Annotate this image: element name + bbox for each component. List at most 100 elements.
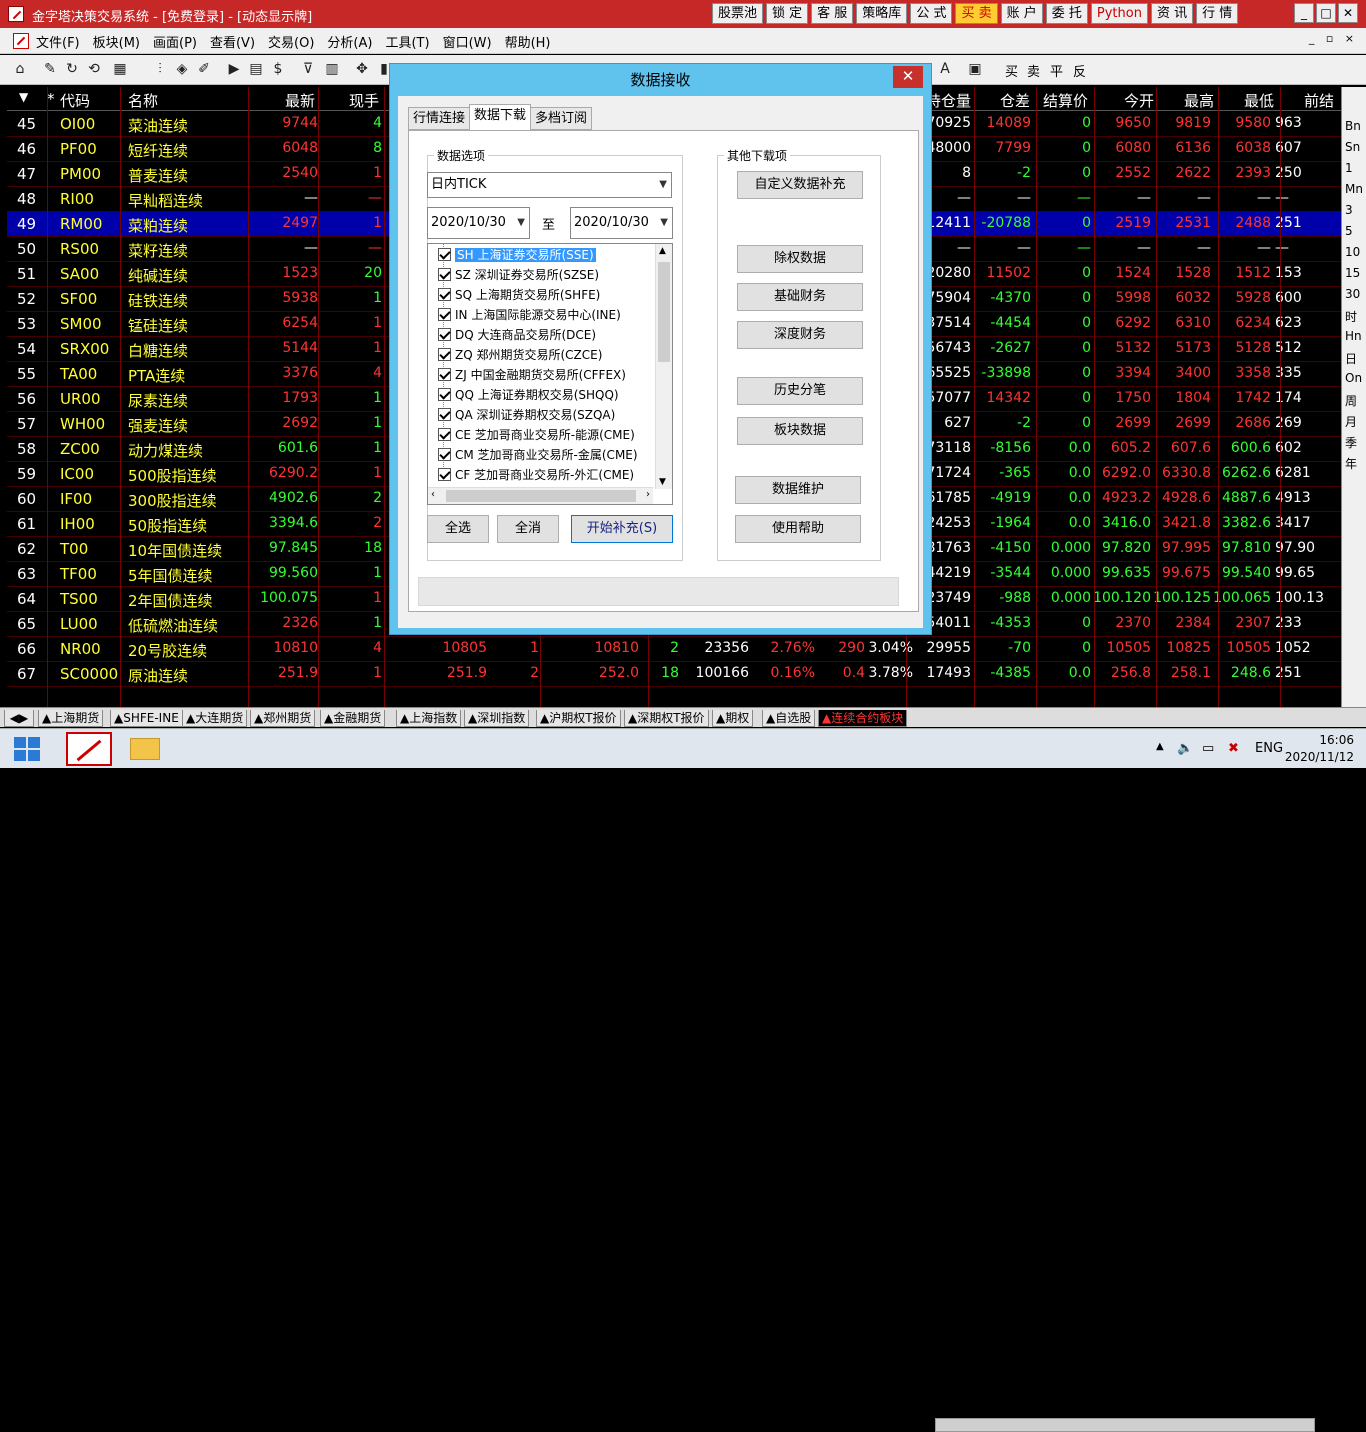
menu-view-screen[interactable]: 画面(P): [153, 32, 197, 51]
header-open[interactable]: 今开: [1124, 90, 1154, 111]
toolbar-buy[interactable]: 买: [1005, 61, 1018, 80]
select-all-button[interactable]: 全选: [427, 515, 489, 543]
tab-quote-connection[interactable]: 行情连接: [408, 107, 471, 130]
exchange-item[interactable]: QA 深圳证券期权交易(SZQA): [438, 406, 615, 426]
header-open-interest[interactable]: 持仓量: [926, 90, 971, 111]
maximize-button[interactable]: □: [1316, 3, 1336, 23]
header-last[interactable]: 最新: [285, 90, 315, 111]
period-option[interactable]: Hn: [1345, 329, 1362, 343]
checkbox-checked-icon[interactable]: [438, 268, 451, 281]
period-option[interactable]: 15: [1345, 266, 1360, 280]
home-icon[interactable]: ⌂: [10, 61, 30, 77]
menu-file[interactable]: 文件(F): [36, 32, 80, 51]
header-code[interactable]: 代码: [60, 90, 90, 111]
checkbox-checked-icon[interactable]: [438, 248, 451, 261]
header-volume[interactable]: 现手: [349, 90, 379, 111]
checkbox-checked-icon[interactable]: [438, 388, 451, 401]
checkbox-checked-icon[interactable]: [438, 288, 451, 301]
period-option[interactable]: 10: [1345, 245, 1360, 259]
close-window-button[interactable]: ✕: [1338, 3, 1358, 23]
formula-button[interactable]: 公 式: [910, 3, 953, 24]
period-option[interactable]: Mn: [1345, 182, 1363, 196]
play-icon[interactable]: ▶: [224, 61, 244, 77]
data-maintenance-button[interactable]: 数据维护: [735, 476, 861, 504]
period-option[interactable]: On: [1345, 371, 1362, 385]
header-settle[interactable]: 结算价: [1043, 90, 1088, 111]
scroll-up-icon[interactable]: ▲: [659, 246, 666, 256]
minimize-button[interactable]: _: [1294, 3, 1314, 23]
tab-data-download[interactable]: 数据下载: [469, 104, 532, 130]
deselect-all-button[interactable]: 全消: [497, 515, 559, 543]
history-ticks-button[interactable]: 历史分笔: [737, 377, 863, 405]
scroll-left-icon[interactable]: ‹: [431, 489, 435, 500]
diamond-icon[interactable]: ◈: [172, 61, 192, 77]
scroll-right-icon[interactable]: ›: [646, 489, 650, 500]
sector-tab[interactable]: ▲SHFE-INE: [110, 710, 183, 727]
news-button[interactable]: 资 讯: [1150, 3, 1194, 24]
deep-finance-button[interactable]: 深度财务: [737, 321, 863, 349]
period-option[interactable]: Sn: [1345, 140, 1360, 154]
toolbar-close[interactable]: 平: [1050, 61, 1063, 80]
header-high[interactable]: 最高: [1184, 90, 1214, 111]
sector-tab[interactable]: ▲大连期货: [182, 710, 248, 727]
table-row[interactable]: 67 SC0000 原油连续 251.9 1 251.9 2 252.0 18 100166 0.1…: [7, 662, 1341, 687]
tab-scroll-left-icon[interactable]: ◀▶: [4, 710, 34, 727]
header-prev-settle[interactable]: 前结: [1304, 90, 1334, 111]
move-icon[interactable]: ✥: [352, 61, 372, 77]
draw-icon[interactable]: ✎: [40, 61, 60, 77]
exchange-item[interactable]: SH 上海证券交易所(SSE): [438, 246, 596, 266]
date-from-picker[interactable]: 2020/10/30 ▼: [427, 207, 530, 239]
period-option[interactable]: Bn: [1345, 119, 1361, 133]
sector-tab[interactable]: ▲连续合约板块: [818, 710, 908, 727]
exchange-item[interactable]: CF 芝加哥商业交易所-外汇(CME): [438, 466, 634, 486]
customer-service-button[interactable]: 客 服: [811, 3, 854, 24]
scroll-down-icon[interactable]: ▼: [659, 477, 666, 487]
period-option[interactable]: 季: [1345, 434, 1357, 451]
menu-analysis[interactable]: 分析(A): [327, 32, 372, 51]
data-type-select[interactable]: 日内TICK ▼: [427, 172, 672, 198]
help-button[interactable]: 使用帮助: [735, 515, 861, 543]
buy-sell-button[interactable]: 买 卖: [955, 3, 998, 24]
pyramid-app-icon[interactable]: [66, 732, 112, 766]
ex-rights-data-button[interactable]: 除权数据: [737, 245, 863, 273]
dollar-icon[interactable]: $: [268, 61, 288, 77]
menu-sector[interactable]: 板块(M): [93, 32, 140, 51]
list-horizontal-scrollbar[interactable]: ‹ ›: [428, 487, 653, 504]
exchange-item[interactable]: DQ 大连商品交易所(DCE): [438, 326, 596, 346]
period-option[interactable]: 3: [1345, 203, 1353, 217]
file-explorer-icon[interactable]: [130, 738, 160, 760]
sector-data-button[interactable]: 板块数据: [737, 417, 863, 445]
checkbox-checked-icon[interactable]: [438, 368, 451, 381]
quotes-button[interactable]: 行 情: [1196, 3, 1239, 24]
checkbox-checked-icon[interactable]: [438, 448, 451, 461]
exchange-item[interactable]: ZJ 中国金融期货交易所(CFFEX): [438, 366, 626, 386]
period-option[interactable]: 周: [1345, 392, 1357, 409]
period-option[interactable]: 月: [1345, 413, 1357, 430]
app-menu-icon[interactable]: [13, 33, 29, 49]
exchange-item[interactable]: IN 上海国际能源交易中心(INE): [438, 306, 621, 326]
windows-start-icon[interactable]: [14, 737, 40, 761]
period-option[interactable]: 年: [1345, 455, 1357, 472]
sector-tab[interactable]: ▲上海期货: [38, 710, 104, 727]
menu-trade[interactable]: 交易(O): [268, 32, 314, 51]
exchange-item[interactable]: SQ 上海期货交易所(SHFE): [438, 286, 600, 306]
header-name[interactable]: 名称: [128, 90, 158, 111]
sector-tab[interactable]: ▲郑州期货: [250, 710, 316, 727]
sector-tab[interactable]: ▲自选股: [762, 710, 816, 727]
grid-icon[interactable]: ▦: [110, 61, 130, 77]
header-low[interactable]: 最低: [1244, 90, 1274, 111]
sector-tab[interactable]: ▲深圳指数: [464, 710, 530, 727]
period-option[interactable]: 30: [1345, 287, 1360, 301]
exchange-item[interactable]: CM 芝加哥商业交易所-金属(CME): [438, 446, 638, 466]
exchange-item[interactable]: QQ 上海证券期权交易(SHQQ): [438, 386, 619, 406]
hscroll-thumb[interactable]: [446, 490, 636, 502]
header-oi-change[interactable]: 仓差: [1000, 90, 1030, 111]
table-row[interactable]: 66 NR00 20号胶连续 10810 4 10805 1 10810 2 23356 2.76%…: [7, 637, 1341, 662]
start-supplement-button[interactable]: 开始补充(S): [571, 515, 673, 543]
menu-help[interactable]: 帮助(H): [505, 32, 551, 51]
font-color-icon[interactable]: A: [935, 61, 955, 77]
mdi-controls[interactable]: _ ▫ ×: [1309, 32, 1358, 45]
checkbox-checked-icon[interactable]: [438, 308, 451, 321]
checkbox-checked-icon[interactable]: [438, 468, 451, 481]
checkbox-checked-icon[interactable]: [438, 328, 451, 341]
